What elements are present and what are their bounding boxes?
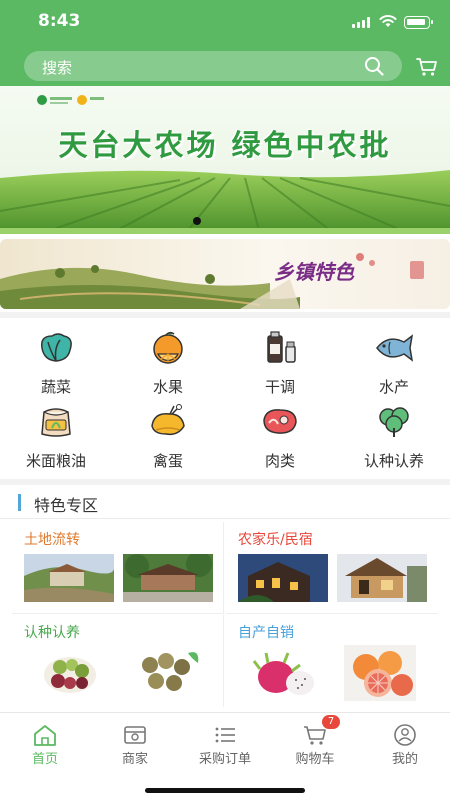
condiment-icon bbox=[267, 331, 296, 363]
tab-merchants[interactable]: 商家 bbox=[90, 713, 180, 773]
battery-icon bbox=[404, 16, 433, 29]
dragonfruit-photo bbox=[250, 647, 320, 701]
cart-icon bbox=[304, 726, 326, 745]
cellular-signal-icon bbox=[352, 17, 370, 28]
tab-home[interactable]: 首页 bbox=[0, 713, 90, 773]
section-title: 特色专区 bbox=[34, 496, 99, 515]
category-label: 水产 bbox=[378, 378, 409, 396]
header: 8:43 搜索 bbox=[0, 0, 450, 86]
tab-label: 首页 bbox=[31, 752, 58, 767]
tab-label: 我的 bbox=[391, 752, 418, 767]
category-label: 干调 bbox=[264, 378, 295, 396]
home-icon bbox=[34, 725, 56, 746]
tab-purchase-orders[interactable]: 采购订单 bbox=[180, 713, 270, 773]
card-farmstay[interactable]: 农家乐/民宿 bbox=[226, 522, 438, 614]
tea-product-photo-2 bbox=[130, 645, 204, 699]
user-icon bbox=[394, 724, 416, 746]
category-label: 蔬菜 bbox=[40, 378, 71, 396]
cabbage-icon bbox=[40, 333, 72, 362]
status-bar: 8:43 bbox=[0, 0, 450, 44]
category-adopt-plant[interactable]: 认种认养 bbox=[338, 402, 450, 472]
carousel-indicator[interactable] bbox=[193, 217, 201, 225]
wifi-icon bbox=[379, 15, 397, 27]
search-placeholder: 搜索 bbox=[42, 59, 73, 77]
rice-bag-icon bbox=[41, 408, 71, 437]
category-vegetables[interactable]: 蔬菜 bbox=[0, 328, 112, 398]
category-grain-oil[interactable]: 米面粮油 bbox=[0, 402, 112, 472]
tab-label: 采购订单 bbox=[198, 752, 251, 767]
status-time: 8:43 bbox=[38, 11, 81, 31]
category-poultry-eggs[interactable]: 禽蛋 bbox=[112, 402, 224, 472]
bottom-tab-bar: 首页 商家 采购订单 7 购物车 我的 bbox=[0, 712, 450, 800]
category-seasonings[interactable]: 干调 bbox=[224, 328, 336, 398]
card-land-transfer[interactable]: 土地流转 bbox=[12, 522, 224, 614]
divider bbox=[0, 479, 450, 485]
tab-label: 商家 bbox=[121, 752, 148, 767]
tab-profile[interactable]: 我的 bbox=[360, 713, 450, 773]
card-self-produced[interactable]: 自产自销 bbox=[226, 615, 438, 707]
orange-icon bbox=[153, 331, 183, 364]
tab-cart[interactable]: 7 购物车 bbox=[270, 713, 360, 773]
card-title: 自产自销 bbox=[238, 625, 294, 641]
banner-title: 天台大农场 绿色中农批 bbox=[58, 128, 392, 162]
category-fruit[interactable]: 水果 bbox=[112, 328, 224, 398]
tea-product-photo-1 bbox=[38, 645, 102, 699]
category-label: 肉类 bbox=[264, 452, 295, 470]
cart-icon[interactable] bbox=[416, 57, 438, 77]
card-title: 认种认养 bbox=[24, 625, 80, 641]
land-photo-1 bbox=[24, 554, 114, 602]
cart-count-badge: 7 bbox=[322, 715, 340, 729]
land-photo-2 bbox=[123, 554, 213, 602]
farmstay-photo-2 bbox=[337, 554, 427, 602]
category-meat[interactable]: 肉类 bbox=[224, 402, 336, 472]
list-icon bbox=[215, 727, 235, 743]
card-adopt-plant[interactable]: 认种认养 bbox=[12, 615, 224, 707]
farmstay-photo-1 bbox=[238, 554, 328, 602]
section-accent-bar bbox=[18, 494, 21, 511]
tree-icon bbox=[379, 407, 409, 437]
chicken-icon bbox=[151, 404, 185, 436]
category-label: 认种认养 bbox=[363, 452, 424, 470]
divider bbox=[0, 518, 450, 519]
search-icon[interactable] bbox=[364, 56, 384, 76]
meat-icon bbox=[263, 409, 297, 434]
home-indicator bbox=[145, 788, 305, 793]
category-label: 禽蛋 bbox=[152, 452, 183, 470]
category-label: 水果 bbox=[152, 378, 183, 396]
grapefruit-photo bbox=[344, 645, 416, 701]
fish-icon bbox=[376, 334, 414, 362]
banner2-text: 乡镇特色 bbox=[274, 260, 354, 284]
card-title: 土地流转 bbox=[24, 532, 80, 548]
tab-label: 购物车 bbox=[295, 752, 335, 767]
countryside-image bbox=[0, 239, 450, 309]
search-input[interactable]: 搜索 bbox=[24, 51, 402, 81]
town-specialty-banner[interactable]: 乡镇特色 bbox=[0, 239, 450, 309]
category-label: 米面粮油 bbox=[25, 452, 86, 470]
hero-banner[interactable]: 天台大农场 绿色中农批 bbox=[0, 86, 450, 234]
card-title: 农家乐/民宿 bbox=[238, 532, 313, 548]
divider bbox=[0, 312, 450, 318]
store-icon bbox=[124, 726, 146, 744]
category-aquatic[interactable]: 水产 bbox=[338, 328, 450, 398]
